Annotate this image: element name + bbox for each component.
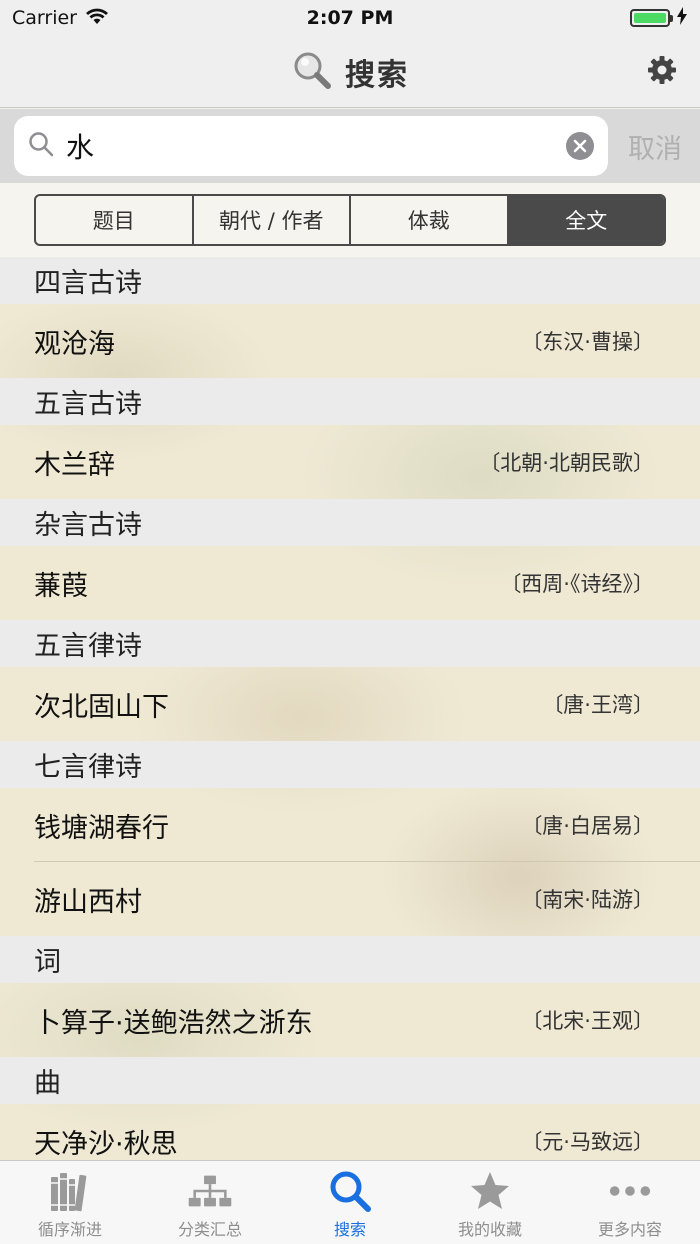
tab-bar: 循序渐进 分类汇总 搜索 我的收藏 更多内容 (0, 1160, 700, 1244)
tab-label: 更多内容 (597, 1220, 662, 1239)
section-header: 曲 (0, 1057, 700, 1104)
search-icon (327, 1168, 373, 1214)
search-input[interactable]: 水 (66, 126, 554, 166)
list-item[interactable]: 观沧海 〔东汉·曹操〕 (0, 304, 700, 378)
nav-title-wrap: 搜索 (291, 49, 409, 95)
close-icon (573, 139, 587, 153)
carrier-label: Carrier (12, 7, 77, 29)
poem-author: 〔唐·王湾〕 (542, 693, 654, 717)
tab-categories[interactable]: 分类汇总 (140, 1161, 280, 1244)
segment-dynasty-author[interactable]: 朝代 / 作者 (194, 196, 351, 244)
section-header: 五言古诗 (0, 378, 700, 425)
list-item[interactable]: 卜算子·送鲍浩然之浙东 〔北宋·王观〕 (0, 983, 700, 1057)
status-bar: Carrier 2:07 PM (0, 0, 700, 36)
tab-favorites[interactable]: 我的收藏 (420, 1161, 560, 1244)
list-item[interactable]: 蒹葭 〔西周·《诗经》〕 (0, 546, 700, 620)
cancel-button[interactable]: 取消 (628, 127, 682, 166)
segment-title[interactable]: 题目 (36, 196, 194, 244)
poem-title: 次北固山下 (34, 691, 169, 723)
hierarchy-icon (187, 1168, 233, 1214)
poem-title: 蒹葭 (34, 570, 88, 602)
gear-icon (647, 55, 677, 89)
list-item[interactable]: 钱塘湖春行 〔唐·白居易〕 (0, 788, 700, 862)
tab-label: 搜索 (333, 1220, 366, 1239)
tab-progressive[interactable]: 循序渐进 (0, 1161, 140, 1244)
poem-author: 〔西周·《诗经》〕 (500, 572, 654, 596)
tab-label: 循序渐进 (37, 1220, 102, 1239)
clear-search-button[interactable] (566, 132, 594, 160)
status-right (630, 6, 688, 30)
poem-title: 观沧海 (34, 328, 115, 360)
section-header: 杂言古诗 (0, 499, 700, 546)
more-icon (607, 1168, 653, 1214)
section-header: 七言律诗 (0, 741, 700, 788)
search-scope-segmented-control: 题目 朝代 / 作者 体裁 全文 (34, 194, 666, 246)
results-list[interactable]: 四言古诗 观沧海 〔东汉·曹操〕 五言古诗 木兰辞 〔北朝·北朝民歌〕 杂言古诗… (0, 257, 700, 1160)
section-header: 四言古诗 (0, 257, 700, 304)
tab-more[interactable]: 更多内容 (560, 1161, 700, 1244)
list-item[interactable]: 次北固山下 〔唐·王湾〕 (0, 667, 700, 741)
page-title: 搜索 (345, 57, 409, 93)
tab-label: 分类汇总 (177, 1220, 242, 1239)
poem-title: 游山西村 (34, 886, 142, 918)
poem-title: 天净沙·秋思 (34, 1128, 178, 1160)
poem-author: 〔唐·白居易〕 (521, 814, 654, 838)
poem-author: 〔北宋·王观〕 (521, 1009, 654, 1033)
status-left: Carrier (12, 7, 109, 30)
nav-bar: 搜索 (0, 36, 700, 108)
battery-icon (630, 9, 673, 27)
poem-author: 〔东汉·曹操〕 (521, 330, 654, 354)
poem-title: 钱塘湖春行 (34, 812, 169, 844)
wifi-icon (85, 7, 109, 30)
star-icon (467, 1168, 513, 1214)
search-field-icon (28, 131, 54, 161)
list-item[interactable]: 木兰辞 〔北朝·北朝民歌〕 (0, 425, 700, 499)
segment-row: 题目 朝代 / 作者 体裁 全文 (0, 183, 700, 257)
poem-title: 卜算子·送鲍浩然之浙东 (34, 1007, 313, 1039)
charging-icon (676, 6, 688, 30)
list-item[interactable]: 游山西村 〔南宋·陆游〕 (0, 862, 700, 936)
segment-full-text[interactable]: 全文 (508, 196, 664, 244)
poem-author: 〔元·马致远〕 (521, 1130, 654, 1154)
poem-title: 木兰辞 (34, 449, 115, 481)
search-box[interactable]: 水 (14, 116, 608, 176)
magnifier-icon (291, 49, 333, 95)
settings-button[interactable] (644, 54, 680, 90)
search-row: 水 取消 (0, 109, 700, 183)
books-icon (47, 1168, 93, 1214)
section-header: 词 (0, 936, 700, 983)
tab-search[interactable]: 搜索 (280, 1161, 420, 1244)
poem-author: 〔北朝·北朝民歌〕 (479, 451, 654, 475)
segment-genre[interactable]: 体裁 (351, 196, 509, 244)
list-item[interactable]: 天净沙·秋思 〔元·马致远〕 (0, 1104, 700, 1160)
tab-label: 我的收藏 (457, 1220, 522, 1239)
section-header: 五言律诗 (0, 620, 700, 667)
poem-author: 〔南宋·陆游〕 (521, 888, 654, 912)
